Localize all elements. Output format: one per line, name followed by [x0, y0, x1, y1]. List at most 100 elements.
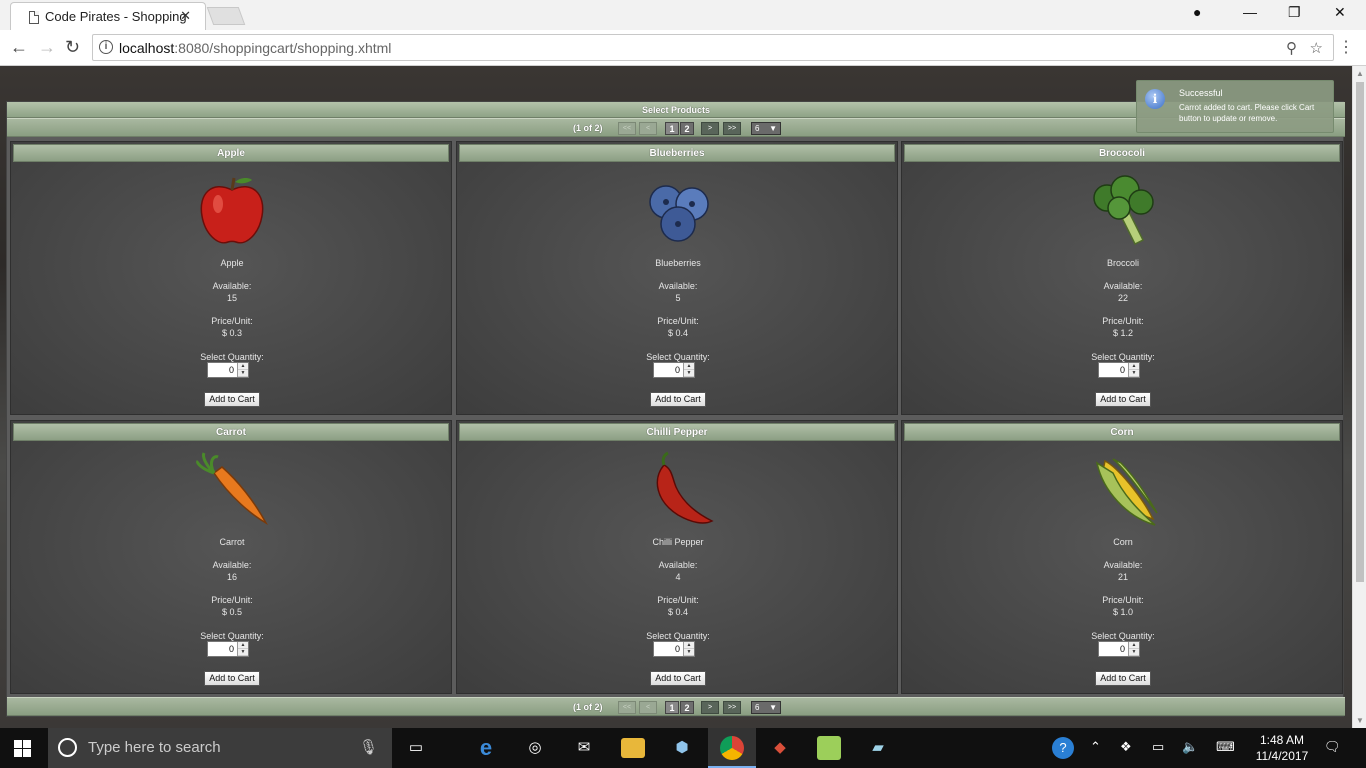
restore-icon[interactable]: ❐	[1288, 4, 1301, 21]
reload-icon[interactable]: ↻	[65, 37, 80, 58]
available-value: 5	[675, 293, 681, 303]
notepad-plus-icon[interactable]	[817, 736, 841, 760]
add-to-cart-button[interactable]: Add to Cart	[650, 671, 706, 686]
back-icon[interactable]: ←	[10, 37, 28, 58]
new-tab-button[interactable]	[206, 7, 246, 25]
spin-down-icon[interactable]: ▼	[238, 649, 248, 656]
price-label: Price/Unit:	[211, 316, 253, 326]
pager-page-1[interactable]: 1	[665, 701, 679, 714]
product-name: Blueberries	[655, 258, 701, 268]
quantity-spinner[interactable]: 0 ▲ ▼	[207, 641, 249, 657]
help-icon[interactable]: ?	[1052, 737, 1074, 759]
spin-up-icon[interactable]: ▲	[1129, 642, 1139, 649]
pager-first-button[interactable]: <<	[618, 701, 636, 714]
available-label: Available:	[212, 281, 252, 291]
keyboard-icon[interactable]: ⌨	[1216, 739, 1235, 755]
pager-prev-button[interactable]: <	[639, 701, 657, 714]
add-to-cart-button[interactable]: Add to Cart	[1095, 392, 1151, 407]
scroll-down-icon[interactable]: ▼	[1356, 716, 1364, 725]
mail-icon[interactable]: ✉	[572, 736, 596, 760]
edge-icon[interactable]: e	[474, 736, 498, 760]
quantity-spinner[interactable]: 0 ▲ ▼	[1098, 362, 1140, 378]
quantity-spinner[interactable]: 0 ▲ ▼	[1098, 641, 1140, 657]
pager-page-2[interactable]: 2	[680, 122, 694, 135]
pager-last-button[interactable]: >>	[723, 701, 741, 714]
chevron-up-icon[interactable]: ⌃	[1090, 739, 1101, 755]
available-value: 4	[675, 572, 681, 582]
add-to-cart-button[interactable]: Add to Cart	[650, 392, 706, 407]
quantity-spinner[interactable]: 0 ▲ ▼	[207, 362, 249, 378]
pager-page-2[interactable]: 2	[680, 701, 694, 714]
add-to-cart-button[interactable]: Add to Cart	[1095, 671, 1151, 686]
tab-close-icon[interactable]: ✕	[180, 8, 191, 24]
available-value: 21	[1117, 572, 1128, 582]
pager-prev-button[interactable]: <	[639, 122, 657, 135]
page-scrollbar[interactable]: ▲ ▼	[1352, 66, 1366, 728]
scrollbar-thumb[interactable]	[1356, 82, 1364, 582]
spin-down-icon[interactable]: ▼	[684, 370, 694, 377]
browser-menu-icon[interactable]: ⋮	[1338, 37, 1354, 57]
pager-next-button[interactable]: >	[701, 701, 719, 714]
browser-tab-active[interactable]: Code Pirates - Shopping ✕	[10, 2, 206, 30]
scroll-up-icon[interactable]: ▲	[1356, 69, 1364, 78]
product-name: Carrot	[219, 537, 245, 547]
spin-down-icon[interactable]: ▼	[1129, 649, 1139, 656]
chrome-taskbar-item[interactable]	[708, 728, 756, 768]
quantity-spinner[interactable]: 0 ▲ ▼	[653, 362, 695, 378]
add-to-cart-button[interactable]: Add to Cart	[204, 392, 260, 407]
info-icon[interactable]: i	[99, 40, 113, 54]
available-label: Available:	[212, 560, 252, 570]
app-icon[interactable]: ▰	[866, 736, 890, 760]
pager-last-button[interactable]: >>	[723, 122, 741, 135]
virtualbox-icon[interactable]: ⬢	[670, 736, 694, 760]
file-explorer-icon[interactable]	[621, 738, 645, 758]
pager-next-button[interactable]: >	[701, 122, 719, 135]
growl-message: Carrot added to cart. Please click Cart …	[1179, 103, 1315, 123]
spin-up-icon[interactable]: ▲	[238, 642, 248, 649]
spin-up-icon[interactable]: ▲	[684, 642, 694, 649]
action-center-icon[interactable]: 🗨	[1324, 739, 1341, 755]
chevron-down-icon: ▼	[769, 703, 777, 712]
system-clock[interactable]: 1:48 AM 11/4/2017	[1252, 732, 1312, 764]
zoom-icon[interactable]: ⚲	[1286, 39, 1297, 57]
price-value: $ 1.2	[1112, 328, 1134, 338]
rows-per-page-select[interactable]: 6 ▼	[751, 701, 781, 714]
cortana-icon[interactable]	[58, 738, 77, 757]
spin-down-icon[interactable]: ▼	[1129, 370, 1139, 377]
pager-first-button[interactable]: <<	[618, 122, 636, 135]
spin-up-icon[interactable]: ▲	[684, 363, 694, 370]
profile-icon[interactable]: ●	[1193, 4, 1201, 20]
spin-down-icon[interactable]: ▼	[238, 370, 248, 377]
spin-down-icon[interactable]: ▼	[684, 649, 694, 656]
add-to-cart-button[interactable]: Add to Cart	[204, 671, 260, 686]
volume-icon[interactable]: 🔈	[1182, 739, 1198, 755]
microphone-icon[interactable]: 🎙	[359, 738, 378, 756]
groove-music-icon[interactable]: ◎	[523, 736, 547, 760]
bookmark-star-icon[interactable]: ☆	[1310, 39, 1323, 57]
price-label: Price/Unit:	[1102, 316, 1144, 326]
forward-icon[interactable]: →	[38, 37, 56, 58]
pager-bottom: (1 of 2) << < 1 2 > >> 6 ▼	[7, 697, 1345, 716]
git-icon[interactable]: ◆	[768, 736, 792, 760]
quantity-label: Select Quantity:	[1091, 352, 1155, 362]
rows-per-page-select[interactable]: 6 ▼	[751, 122, 781, 135]
task-view-icon[interactable]: ▭	[404, 736, 428, 760]
spin-up-icon[interactable]: ▲	[1129, 363, 1139, 370]
quantity-spinner[interactable]: 0 ▲ ▼	[653, 641, 695, 657]
spin-up-icon[interactable]: ▲	[238, 363, 248, 370]
close-window-icon[interactable]: ✕	[1334, 4, 1346, 21]
taskbar-search[interactable]: Type here to search 🎙	[48, 728, 392, 768]
windows-start-icon[interactable]	[14, 740, 31, 757]
battery-icon[interactable]: ▭	[1152, 739, 1164, 755]
blueberries-icon	[649, 185, 709, 242]
quantity-label: Select Quantity:	[1091, 631, 1155, 641]
carrot-icon	[196, 452, 268, 525]
page-content: Select Products (1 of 2) << < 1 2 > >> 6…	[0, 66, 1352, 728]
address-bar[interactable]: i localhost:8080/shoppingcart/shopping.x…	[92, 34, 1334, 61]
growl-notification: i Successful Carrot added to cart. Pleas…	[1136, 80, 1334, 133]
pager-page-1[interactable]: 1	[665, 122, 679, 135]
dropbox-icon[interactable]: ❖	[1120, 739, 1132, 755]
minimize-icon[interactable]: —	[1243, 4, 1257, 20]
product-card-title: Apple	[13, 144, 449, 162]
info-icon: i	[1145, 89, 1165, 109]
